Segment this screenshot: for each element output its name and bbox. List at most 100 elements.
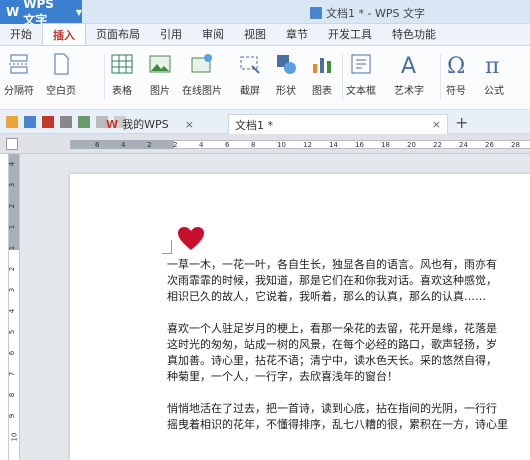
text-line: 相识已久的故人，它说着，我听着，那么的认真，那么的认真…… [167,290,486,303]
tab-document[interactable]: 文档1 * × [228,114,448,134]
tab-1[interactable]: 插入 [42,23,86,45]
tab-5[interactable]: 视图 [234,23,276,45]
text-line: 种菊里，一个人，一行字，去欣喜浅年的窗台！ [167,370,398,383]
ruler-tick: 8 [8,392,17,398]
chevron-down-icon: ▼ [75,7,82,17]
menu-tabs: 开始 插入 页面布局 引用 审阅 视图 章节 开发工具 特色功能 [0,23,530,46]
screenshot-icon [240,56,260,74]
ruler-tick: 28 [511,141,520,149]
table-icon [111,54,133,74]
ruler-tick: 1 [8,245,17,251]
paragraph[interactable]: 悄悄地活在了过去，把一首诗，读到心底，拈在指间的光阴，一行行 摇曳着相识的花年，不… [167,401,530,433]
close-icon[interactable]: × [432,118,441,131]
wordart-button[interactable]: A 艺术字 [394,52,424,97]
wps-logo-icon: W [106,117,119,131]
ruler-tick: 4 [8,161,17,167]
ruler-tick: 10 [277,141,286,149]
close-icon[interactable]: × [185,118,194,131]
print-icon[interactable] [60,115,72,128]
ruler-tick: 18 [381,141,390,149]
window-title: 文档1 * - WPS 文字 [310,5,425,21]
tab-my-wps[interactable]: W 我的WPS × [100,114,200,134]
ruler-tick: 3 [8,182,17,188]
ribbon: 分隔符 空白页 表格 图片 在线图片 截屏 形状 图表 文本框 A 艺术字 Ω … [0,46,530,110]
chart-button[interactable]: 图表 [310,52,334,97]
textbox-button[interactable]: 文本框 [346,52,376,97]
tab-8[interactable]: 特色功能 [382,23,446,45]
svg-text:A: A [401,54,416,76]
tab-0[interactable]: 开始 [0,23,42,45]
tab-4[interactable]: 审阅 [192,23,234,45]
textbox-icon [351,54,371,74]
title-bar: W WPS 文字 ▼ 文档1 * - WPS 文字 [0,0,530,27]
blank-page-icon [54,53,69,75]
ruler-tick: 2 [173,141,178,149]
text-line: 次雨霏霏的时候，我知道，那是它们在和你我对话。喜欢这种感觉， [167,274,497,287]
vertical-ruler: 4 3 2 1 1 2 3 4 5 6 7 8 9 10 [8,154,20,460]
ruler-tick: 10 [10,432,19,442]
shape-button[interactable]: 形状 [274,52,298,97]
section-break-button[interactable]: 分隔符 [4,52,34,97]
ruler-tick: 6 [95,141,100,149]
ruler-tick: 6 [225,141,230,149]
ruler-tick: 8 [251,141,256,149]
ruler-tick: 26 [485,141,494,149]
open-folder-icon[interactable] [6,115,18,128]
ruler-tick: 2 [147,141,152,149]
ruler-tick: 9 [8,413,17,419]
shape-icon [277,55,296,74]
pdf-icon[interactable] [42,115,54,128]
ruler-tick: 12 [303,141,312,149]
ruler-tick: 2 [8,203,17,209]
heart-icon[interactable] [177,226,205,252]
preview-icon[interactable] [78,115,90,128]
ruler-tick: 14 [329,141,338,149]
ruler-tick: 1 [8,224,17,230]
document-icon [310,7,322,19]
online-picture-button[interactable]: 在线图片 [182,52,222,97]
omega-icon: Ω [447,54,465,76]
picture-button[interactable]: 图片 [148,52,172,97]
tab-6[interactable]: 章节 [276,23,318,45]
tab-3[interactable]: 引用 [150,23,192,45]
wps-logo-icon: W [6,5,20,19]
chart-icon [313,58,331,73]
text-line: 真加善。诗心里，拈花不语；清宁中，读水色天长。采的悠然自得， [167,354,497,367]
ruler-tick: 16 [355,141,364,149]
ruler-tick: 4 [8,308,17,314]
text-line: 摇曳着相识的花年，不懂得排序，乱七八糟的很，累积在一方，诗心里 [167,418,508,431]
save-icon[interactable] [24,115,36,128]
svg-text:π: π [485,54,499,76]
table-button[interactable]: 表格 [110,52,134,97]
ruler-tick: 24 [459,141,468,149]
document-body[interactable]: 一草一木，一花一叶，各自生长，独显各自的语言。风也有，雨亦有 次雨霏霏的时候，我知… [167,257,530,449]
ruler-tick: 4 [199,141,204,149]
symbol-button[interactable]: Ω 符号 [444,52,468,97]
section-break-icon [9,54,29,74]
margin-marker [162,240,172,254]
paragraph[interactable]: 喜欢一个人驻足岁月的梗上，看那一朵花的去留，花开是缘，花落是 这时光的匆匆，站成一… [167,321,530,385]
horizontal-ruler: 6 4 2 2 4 6 8 10 12 14 16 18 20 22 24 26 28 [0,134,530,154]
svg-text:Ω: Ω [447,54,465,76]
pi-icon: π [485,54,499,76]
paragraph[interactable]: 一草一木，一花一叶，各自生长，独显各自的语言。风也有，雨亦有 次雨霏霏的时候，我知… [167,257,530,305]
ruler-corner[interactable] [6,138,18,150]
wordart-icon: A [401,54,416,76]
text-line: 一草一木，一花一叶，各自生长，独显各自的语言。风也有，雨亦有 [167,258,497,271]
app-menu-button[interactable]: W WPS 文字 ▼ [0,0,82,27]
tab-2[interactable]: 页面布局 [86,23,150,45]
ruler-tick: 20 [407,141,416,149]
text-line: 这时光的匆匆，站成一树的风景，在每个必经的路口，歌声轻扬，岁 [167,338,497,351]
ruler-tick: 22 [433,141,442,149]
tab-7[interactable]: 开发工具 [318,23,382,45]
ruler-tick: 4 [121,141,126,149]
screenshot-button[interactable]: 截屏 [238,52,262,97]
ruler-tick: 2 [8,266,17,272]
formula-button[interactable]: π 公式 [482,52,506,97]
text-line: 喜欢一个人驻足岁月的梗上，看那一朵花的去留，花开是缘，花落是 [167,322,497,335]
new-tab-button[interactable]: + [455,113,468,132]
blank-page-button[interactable]: 空白页 [46,52,76,97]
text-line: 悄悄地活在了过去，把一首诗，读到心底，拈在指间的光阴，一行行 [167,402,497,415]
ruler-tick: 7 [8,371,17,377]
online-picture-icon [191,54,212,73]
